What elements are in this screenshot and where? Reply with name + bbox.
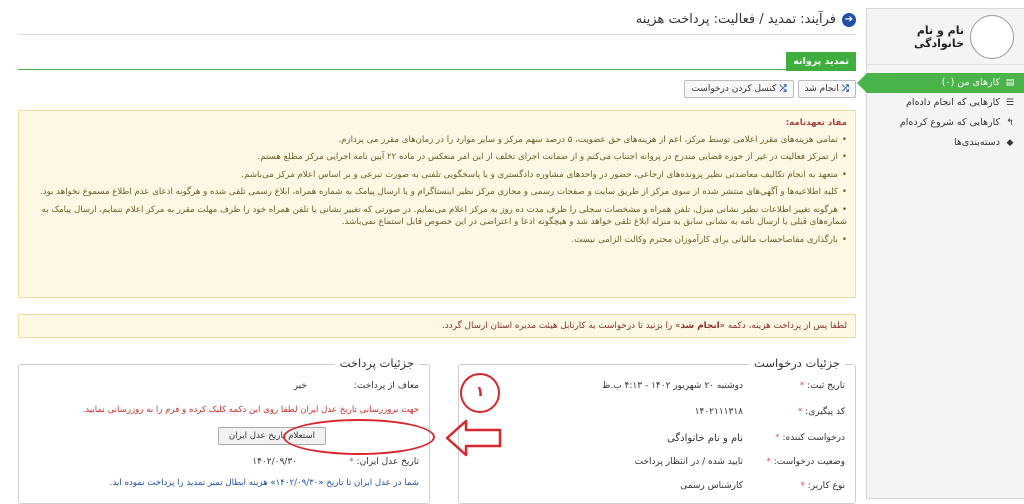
sidebar-item-done-tasks[interactable]: ☰ کارهایی که انجام داده‌ام xyxy=(867,93,1024,113)
payment-details-legend: جزئیات پرداخت xyxy=(334,356,419,370)
row-request-status: وضعیت درخواست: * تایید شده / در انتظار پ… xyxy=(635,457,845,467)
row-payment-exempt: معاف از پرداخت: خیر xyxy=(294,381,419,391)
field-label: کد پیگیری: xyxy=(805,407,845,417)
required-mark: * xyxy=(775,433,780,443)
required-mark: * xyxy=(800,481,805,491)
field-value: خیر xyxy=(293,381,307,391)
field-value: ۱۴۰۲/۰۹/۳۰ xyxy=(252,457,297,467)
shuffle-icon: ⤮ xyxy=(779,84,787,94)
commitment-box: مفاد تعهدنامه: تمامی هزینه‌های مقرر اعلا… xyxy=(18,110,856,298)
list-icon: ☰ xyxy=(1005,98,1015,108)
field-value: ۱۴۰۲۱۱۱۳۱۸ xyxy=(694,407,743,417)
sidebar-item-label: کارهای من (۰) xyxy=(941,77,1000,88)
sidebar-item-my-tasks[interactable]: ▤ کارهای من (۰) xyxy=(857,73,1024,93)
reply-icon: ↰ xyxy=(1006,118,1014,128)
required-mark: * xyxy=(799,381,805,391)
paid-note: شما در عدل ایران تا تاریخ «۱۴۰۲/۰۹/۳۰» ه… xyxy=(109,478,419,488)
list-item: تمامی هزینه‌های مقرر اعلامی توسط مرکز، ا… xyxy=(27,134,847,147)
done-button[interactable]: ⤮انجام شد xyxy=(797,80,856,98)
done-button-label: انجام شد xyxy=(804,84,839,94)
field-label: درخواست کننده: xyxy=(782,433,846,443)
field-label: معاف از پرداخت: xyxy=(353,381,419,391)
sidebar-menu: ▤ کارهای من (۰) ☰ کارهایی که انجام داده‌ام… xyxy=(857,73,1024,153)
cancel-button-label: کنسل کردن درخواست xyxy=(691,84,777,94)
arrow-circle-icon: ➔ xyxy=(842,12,856,27)
sidebar-item-label: کارهایی که شروع کرده‌ام xyxy=(899,117,1000,128)
row-adl-iran-date: تاریخ عدل ایران: * ۱۴۰۲/۰۹/۳۰ xyxy=(252,457,419,467)
request-details-legend: جزئیات درخواست xyxy=(749,356,845,370)
avatar[interactable] xyxy=(970,14,1014,59)
main-content: ➔ فرآیند: تمدید / فعالیت: پرداخت هزینه ت… xyxy=(18,0,856,504)
profile-name: نام و نام خانوادگی xyxy=(913,23,964,50)
commitment-heading: مفاد تعهدنامه: xyxy=(785,118,847,128)
field-label: وضعیت درخواست: xyxy=(773,457,845,467)
field-value: کارشناس رسمی xyxy=(680,481,743,491)
cancel-request-button[interactable]: ⤮کنسل کردن درخواست xyxy=(684,80,794,98)
field-value: نام و نام خانوادگی xyxy=(667,433,743,444)
row-requester: درخواست کننده: * نام و نام خانوادگی xyxy=(667,433,846,444)
sidebar-item-started-tasks[interactable]: ↰ کارهایی که شروع کرده‌ام xyxy=(867,113,1024,133)
payment-notice: لطفا پس از پرداخت هزینه، دکمه «انجام شد»… xyxy=(18,314,856,338)
request-details-fieldset: جزئیات درخواست تاریخ ثبت: * دوشنبه ۲۰ شه… xyxy=(458,356,856,504)
step-number-annotation: ۱ xyxy=(460,373,500,413)
update-note: جهت بروزرسانی تاریخ عدل ایران لطفا روی ا… xyxy=(82,405,419,415)
required-mark: * xyxy=(797,407,803,417)
notice-text: لطفا پس از پرداخت هزینه، دکمه « xyxy=(719,321,847,331)
divider xyxy=(18,34,856,35)
row-registration-date: تاریخ ثبت: * دوشنبه ۲۰ شهریور ۱۴۰۲ - ۴:۱… xyxy=(602,381,845,391)
sidebar-item-categories[interactable]: ◆ دسته‌بندی‌ها xyxy=(867,133,1024,153)
toolbar: ⤮انجام شد ⤮کنسل کردن درخواست xyxy=(684,80,856,98)
arrow-left-annotation-icon xyxy=(445,419,502,457)
sidebar-item-label: دسته‌بندی‌ها xyxy=(954,137,1000,148)
list-item: از تمرکز فعالیت در غیر از حوزه قضایی مند… xyxy=(27,151,847,164)
required-mark: * xyxy=(349,457,354,467)
field-label: تاریخ ثبت: xyxy=(807,381,845,391)
page-title: ➔ فرآیند: تمدید / فعالیت: پرداخت هزینه xyxy=(636,12,856,27)
required-mark: * xyxy=(766,457,771,467)
tab-license-renewal[interactable]: تمدید پروانه xyxy=(786,52,856,71)
field-value: دوشنبه ۲۰ شهریور ۱۴۰۲ - ۴:۱۳ ب.ظ xyxy=(602,381,743,391)
row-tracking-code: کد پیگیری: * ۱۴۰۲۱۱۱۳۱۸ xyxy=(695,407,845,417)
page-title-text: فرآیند: تمدید / فعالیت: پرداخت هزینه xyxy=(635,12,836,27)
list-item: بارگذاری مفاصاحساب مالیاتی برای کارآموزا… xyxy=(27,234,847,247)
row-user-type: نوع کاربر: * کارشناس رسمی xyxy=(680,481,845,491)
field-label: تاریخ عدل ایران: xyxy=(356,457,419,467)
tag-icon: ◆ xyxy=(1006,138,1014,148)
user-profile: نام و نام خانوادگی xyxy=(867,9,1024,65)
commitment-list: تمامی هزینه‌های مقرر اعلامی توسط مرکز، ا… xyxy=(27,134,847,247)
notice-bold: انجام شد xyxy=(680,321,720,331)
tab-strip: تمدید پروانه xyxy=(18,52,856,71)
field-value: تایید شده / در انتظار پرداخت xyxy=(634,457,743,467)
field-label: نوع کاربر: xyxy=(807,481,845,491)
highlight-oval-annotation xyxy=(283,419,435,455)
list-item: متعهد به انجام تکالیف معاضدتی نظیر پروند… xyxy=(27,169,847,182)
inbox-icon: ▤ xyxy=(1005,78,1015,88)
list-item: کلیه اطلاعیه‌ها و آگهی‌های منتشر شده از … xyxy=(27,186,847,199)
sidebar-item-label: کارهایی که انجام داده‌ام xyxy=(906,97,1000,108)
shuffle-icon: ⤮ xyxy=(841,84,849,94)
sidebar: نام و نام خانوادگی ▤ کارهای من (۰) ☰ کارها… xyxy=(857,8,1024,499)
list-item: هرگونه تغییر اطلاعات نظیر نشانی منزل، تل… xyxy=(27,204,847,229)
notice-text: » را بزنید تا درخواست به کارتابل هیئت مد… xyxy=(442,321,681,331)
